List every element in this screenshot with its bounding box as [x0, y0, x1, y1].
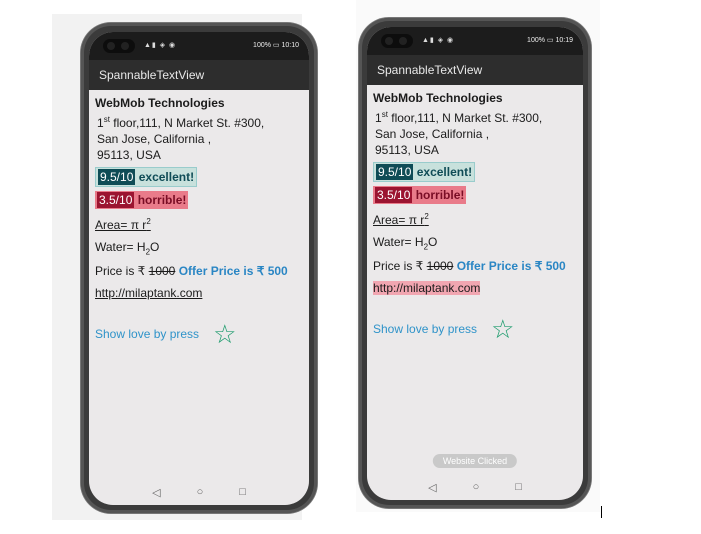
home-circle-icon[interactable]: ○ — [473, 481, 480, 494]
home-circle-icon[interactable]: ○ — [197, 486, 204, 499]
content-area: WebMob Technologies 1st floor,111, N Mar… — [367, 85, 583, 342]
status-bar: ▲▮ ◈ ◉ 100% ▭ 10:10 — [89, 32, 309, 60]
status-time-group: 100% ▭ 10:19 — [527, 37, 573, 44]
area-formula: Area= π r2 — [373, 212, 577, 227]
status-time-group: 100% ▭ 10:10 — [253, 42, 299, 49]
battery-label: 100% — [253, 42, 271, 49]
old-price: 1000 — [426, 259, 454, 274]
back-triangle-icon[interactable]: ◁ — [152, 486, 160, 499]
app-title: SpannableTextView — [89, 60, 309, 90]
status-icons: ▲▮ ◈ ◉ — [422, 37, 455, 44]
price-label: Price is ₹ — [95, 264, 149, 279]
area-sup: 2 — [146, 217, 151, 226]
price-line: Price is ₹ 1000 Offer Price is ₹ 500 — [373, 259, 577, 273]
price-line: Price is ₹ 1000 Offer Price is ₹ 500 — [95, 264, 303, 278]
nav-bar: ◁ ○ □ — [89, 486, 309, 499]
offer-price: Offer Price is ₹ 500 — [178, 264, 288, 279]
battery-label: 100% — [527, 37, 545, 44]
love-text[interactable]: Show love by press — [95, 327, 199, 341]
bad-score: 3.5/10 — [375, 187, 413, 203]
address-line-3: 95113, USA — [375, 143, 439, 157]
phone-frame-left: ▲▮ ◈ ◉ 100% ▭ 10:10 SpannableTextView We… — [81, 23, 317, 513]
status-icons: ▲▮ ◈ ◉ — [144, 42, 177, 49]
content-area: WebMob Technologies 1st floor,111, N Mar… — [89, 90, 309, 347]
offer-price: Offer Price is ₹ 500 — [456, 259, 566, 274]
addr-prefix: 1 — [375, 111, 382, 125]
address-line-2: San Jose, California , — [375, 127, 490, 141]
app-title: SpannableTextView — [367, 55, 583, 85]
camera-cutout — [381, 34, 413, 48]
phone-screen: ▲▮ ◈ ◉ 100% ▭ 10:19 SpannableTextView We… — [367, 27, 583, 500]
right-screenshot-panel: ▲▮ ◈ ◉ 100% ▭ 10:19 SpannableTextView We… — [356, 0, 600, 512]
back-triangle-icon[interactable]: ◁ — [428, 481, 436, 494]
camera-cutout — [103, 39, 135, 53]
old-price: 1000 — [148, 264, 176, 279]
good-word: excellent! — [138, 170, 195, 184]
star-outline-icon[interactable]: ☆ — [213, 321, 236, 347]
recents-square-icon[interactable]: □ — [515, 481, 522, 494]
love-row: Show love by press ☆ — [373, 316, 577, 342]
water-tail: O — [428, 235, 438, 249]
price-label: Price is ₹ — [373, 259, 427, 274]
left-screenshot-panel: ▲▮ ◈ ◉ 100% ▭ 10:10 SpannableTextView We… — [52, 14, 317, 520]
address-block: 1st floor,111, N Market St. #300, San Jo… — [95, 112, 303, 163]
status-time: 10:10 — [281, 42, 299, 49]
nav-bar: ◁ ○ □ — [367, 481, 583, 494]
water-tail: O — [150, 240, 160, 254]
toast-message: Website Clicked — [432, 454, 518, 468]
phone-screen: ▲▮ ◈ ◉ 100% ▭ 10:10 SpannableTextView We… — [89, 32, 309, 505]
status-bar: ▲▮ ◈ ◉ 100% ▭ 10:19 — [367, 27, 583, 55]
horrible-rating: 3.5/10 horrible! — [95, 191, 189, 209]
excellent-rating: 9.5/10 excellent! — [95, 167, 198, 187]
status-time: 10:19 — [555, 37, 573, 44]
good-score: 9.5/10 — [98, 169, 136, 185]
love-text[interactable]: Show love by press — [373, 322, 477, 336]
bad-word: horrible! — [137, 193, 187, 207]
company-name: WebMob Technologies — [95, 96, 225, 110]
phone-frame-right: ▲▮ ◈ ◉ 100% ▭ 10:19 SpannableTextView We… — [359, 18, 591, 508]
addr-line1: floor,111, N Market St. #300, — [387, 111, 543, 125]
good-score: 9.5/10 — [376, 164, 414, 180]
water-formula: Water= H2O — [373, 235, 577, 251]
area-text: Area= π r — [373, 213, 425, 227]
area-text: Area= π r — [95, 218, 147, 232]
water-text: Water= H — [373, 235, 424, 249]
area-sup: 2 — [424, 212, 429, 221]
bad-score: 3.5/10 — [97, 192, 135, 208]
address-line-1: 1st floor,111, N Market St. #300, — [97, 112, 303, 131]
company-name: WebMob Technologies — [373, 91, 503, 105]
text-cursor — [601, 506, 602, 518]
good-word: excellent! — [416, 165, 473, 179]
star-outline-icon[interactable]: ☆ — [491, 316, 514, 342]
horrible-rating: 3.5/10 horrible! — [373, 186, 467, 204]
website-link[interactable]: http://milaptank.com — [373, 281, 481, 296]
addr-line1: floor,111, N Market St. #300, — [109, 116, 265, 130]
excellent-rating: 9.5/10 excellent! — [373, 162, 476, 182]
love-row: Show love by press ☆ — [95, 321, 303, 347]
addr-prefix: 1 — [97, 116, 104, 130]
area-formula: Area= π r2 — [95, 217, 303, 232]
address-block: 1st floor,111, N Market St. #300, San Jo… — [373, 107, 577, 158]
address-line-2: San Jose, California , — [97, 132, 212, 146]
water-formula: Water= H2O — [95, 240, 303, 256]
address-line-1: 1st floor,111, N Market St. #300, — [375, 107, 577, 126]
bad-word: horrible! — [415, 188, 465, 202]
address-line-3: 95113, USA — [97, 148, 161, 162]
website-link[interactable]: http://milaptank.com — [95, 286, 202, 300]
recents-square-icon[interactable]: □ — [239, 486, 246, 499]
water-text: Water= H — [95, 240, 146, 254]
